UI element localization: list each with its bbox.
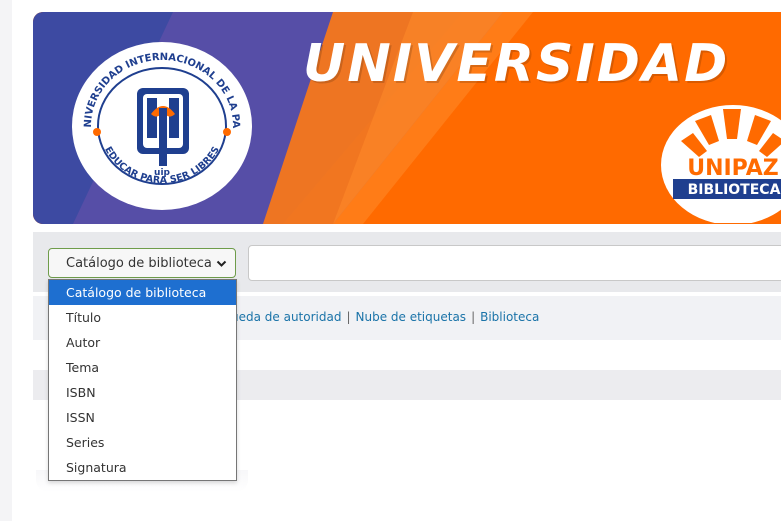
search-option-issn[interactable]: ISSN (49, 405, 236, 430)
banner-title: UNIVERSIDAD (303, 34, 730, 94)
unipaz-library-logo-icon: UNIPAZ BIBLIOTECA (661, 105, 781, 223)
search-option-catalog[interactable]: Catálogo de biblioteca (49, 280, 236, 305)
library-logo-sub: BIBLIOTECA (688, 182, 781, 198)
university-seal-icon: UNIVERSIDAD INTERNACIONAL DE LA PAZ EDUC… (69, 40, 252, 210)
libraries-link[interactable]: Biblioteca (480, 310, 539, 324)
link-separator: | (346, 310, 351, 324)
search-type-select-value: Catálogo de biblioteca (66, 255, 212, 271)
search-option-subject[interactable]: Tema (49, 355, 236, 380)
nav-links: ueda de autoridad | Nube de etiquetas | Bibl… (231, 310, 539, 324)
search-input[interactable] (248, 245, 781, 281)
chevron-down-icon (216, 260, 227, 267)
search-option-title[interactable]: Título (49, 305, 236, 330)
authority-search-link[interactable]: ueda de autoridad (231, 310, 341, 324)
search-option-author[interactable]: Autor (49, 330, 236, 355)
link-separator: | (471, 310, 476, 324)
header-banner: UNIVERSIDAD INTERNACIONAL DE LA PAZ EDUC… (33, 12, 781, 224)
search-option-series[interactable]: Series (49, 430, 236, 455)
seal-mark-text: uip (154, 168, 170, 178)
tag-cloud-link[interactable]: Nube de etiquetas (356, 310, 467, 324)
search-type-dropdown: Catálogo de biblioteca Título Autor Tema… (48, 279, 237, 481)
search-option-call-number[interactable]: Signatura (49, 455, 236, 480)
search-option-isbn[interactable]: ISBN (49, 380, 236, 405)
library-logo-name: UNIPAZ (687, 156, 779, 181)
search-type-select[interactable]: Catálogo de biblioteca (48, 248, 236, 278)
